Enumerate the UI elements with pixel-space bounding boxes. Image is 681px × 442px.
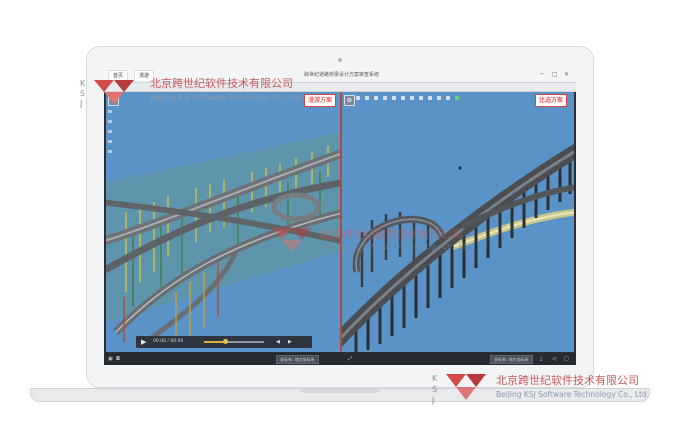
play-icon[interactable]: ▶: [141, 338, 146, 346]
camera-icon[interactable]: ◘: [116, 356, 120, 362]
tool-icon[interactable]: [356, 96, 360, 100]
tool-icon[interactable]: [437, 96, 441, 100]
tool-icon[interactable]: [410, 96, 414, 100]
progress-track[interactable]: [204, 339, 264, 344]
share-icon[interactable]: ◁: [552, 356, 556, 362]
left-scene: [106, 132, 340, 347]
svg-text:S: S: [432, 385, 437, 394]
ksj-logo: K S J: [80, 79, 134, 108]
right-mode-tag: 比选方案: [535, 94, 568, 107]
close-button[interactable]: ✕: [564, 71, 569, 78]
progress-knob[interactable]: [222, 339, 228, 344]
left-viewport[interactable]: ⚙ 漫游方案 ▶ 00:00 / 00:00 ◀ ▶: [106, 92, 340, 352]
watermark-company-en: Beijing KSJ Software Technology Co., Ltd…: [320, 242, 474, 251]
tool-icon[interactable]: [392, 96, 396, 100]
svg-text:K: K: [432, 374, 438, 383]
right-scene: [342, 143, 574, 352]
right-coord-box[interactable]: 坐标系: 地方坐标系: [490, 355, 533, 364]
roam-playbar: ▶ 00:00 / 00:00 ◀ ▶: [136, 336, 312, 348]
maximize-button[interactable]: □: [552, 71, 558, 78]
save-icon[interactable]: ▣: [108, 356, 113, 362]
webcam: [338, 58, 342, 62]
tool-icon[interactable]: [108, 130, 112, 133]
ksj-logo: K S J: [432, 374, 486, 405]
tool-icon[interactable]: [383, 96, 387, 100]
laptop-notch: [300, 389, 380, 393]
next-icon[interactable]: ▶: [288, 339, 292, 345]
minimize-button[interactable]: ─: [540, 71, 544, 78]
status-bar: ▣ ◘ 坐标系: 地方坐标系 ⤢ 坐标系: 地方坐标系 ⤓ ◁ □: [104, 353, 576, 365]
svg-text:S: S: [80, 89, 85, 98]
prev-icon[interactable]: ◀: [276, 339, 280, 345]
window-title: 跨世纪道路桥梁设计方案审查系统: [304, 72, 380, 78]
tool-icon[interactable]: [365, 96, 369, 100]
tool-icon[interactable]: [108, 120, 112, 123]
left-side-toolbar: [108, 100, 114, 160]
left-mode-tag: 漫游方案: [304, 94, 337, 107]
tool-icon[interactable]: [419, 96, 423, 100]
tool-icon[interactable]: [374, 96, 378, 100]
download-icon[interactable]: ⤓: [540, 356, 542, 362]
right-settings-icon[interactable]: ⚙: [344, 95, 355, 106]
watermark-company-cn: 北京跨世纪软件技术有限公司: [496, 374, 639, 387]
progress-fill: [204, 341, 225, 343]
watermark-company-en: Beijing KSJ Software Technology Co., Ltd…: [496, 390, 650, 399]
tool-icon[interactable]: [108, 110, 112, 113]
tool-icon[interactable]: [108, 140, 112, 143]
svg-text:J: J: [80, 99, 82, 108]
tool-icon[interactable]: [455, 96, 459, 100]
tool-icon[interactable]: [446, 96, 450, 100]
tool-icon[interactable]: [108, 150, 112, 153]
tool-icon[interactable]: [428, 96, 432, 100]
fullscreen-icon[interactable]: ⤢: [348, 356, 352, 362]
play-time: 00:00 / 00:00: [153, 339, 184, 344]
watermark-company-en: Beijing KSJ Software Technology Co., Ltd…: [150, 93, 304, 102]
right-top-toolbar: [356, 96, 459, 102]
left-coord-box[interactable]: 坐标系: 地方坐标系: [276, 355, 319, 364]
tool-icon[interactable]: [401, 96, 405, 100]
watermark-company-cn: 北京跨世纪软件技术有限公司: [150, 77, 293, 90]
app-window: 首页 漫游 跨世纪道路桥梁设计方案审查系统 ─ □ ✕ 漫游方案 ▶ 00:00…: [104, 68, 576, 365]
expand-icon[interactable]: □: [564, 356, 569, 362]
watermark-company-cn: 北京跨世纪软件技术有限公司: [320, 228, 463, 241]
ksj-logo: [272, 228, 312, 252]
svg-text:K: K: [80, 79, 86, 88]
right-viewport[interactable]: ⚙ 比选方案: [342, 92, 574, 352]
svg-text:J: J: [432, 396, 434, 405]
